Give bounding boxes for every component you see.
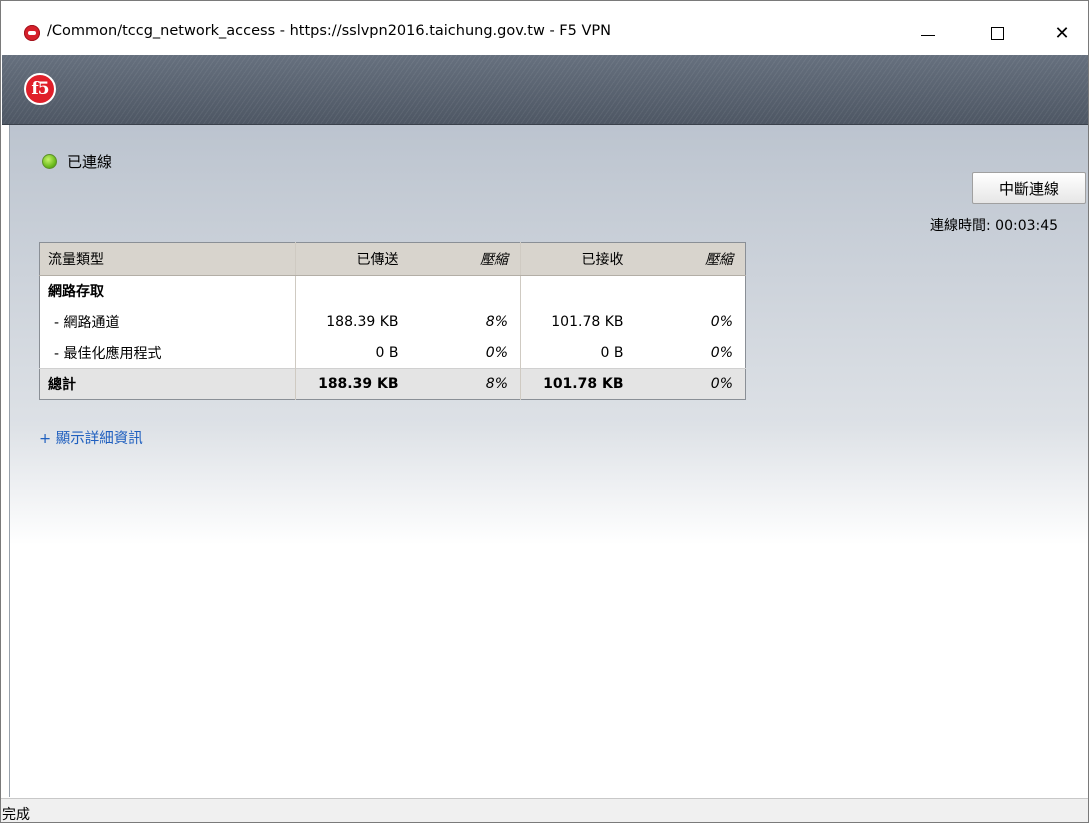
connection-status: 已連線 [42,151,112,172]
header-traffic-type: 流量類型 [39,242,296,276]
main-content: 已連線 中斷連線 連線時間: 00:03:45 流量類型 已傳送 壓縮 已接收 … [9,125,1088,797]
connected-indicator-icon [42,154,57,169]
empty-cell [520,275,636,307]
minimize-icon [921,34,935,36]
table-row: - 最佳化應用程式 0 B 0% 0 B 0% [40,337,746,369]
row-sent: 0 B [295,337,411,369]
window-title: /Common/tccg_network_access - https://ss… [47,23,611,39]
total-sent: 188.39 KB [295,368,411,400]
header-received: 已接收 [520,242,636,276]
f5-app-icon [24,25,40,41]
row-received: 0 B [520,337,636,369]
close-icon: ✕ [1054,22,1070,44]
total-sent-compression: 8% [410,368,521,400]
title-bar[interactable]: /Common/tccg_network_access - https://ss… [1,1,1088,55]
row-received: 101.78 KB [520,306,636,338]
connection-time: 連線時間: 00:03:45 [930,218,1059,234]
table-group-row: 網路存取 [40,275,746,307]
empty-cell [295,275,411,307]
empty-cell [636,276,746,307]
row-received-compression: 0% [710,344,733,361]
total-received-compression: 0% [635,368,746,400]
row-received-compression: 0% [710,314,733,330]
f5-logo: f5 [24,73,56,105]
row-sent-compression: 8% [485,314,508,330]
total-label: 總計 [39,368,296,400]
status-bar: 完成 [1,798,1088,823]
f5-vpn-window: /Common/tccg_network_access - https://ss… [0,0,1089,823]
maximize-icon [990,26,1004,40]
table-header-row: 流量類型 已傳送 壓縮 已接收 壓縮 [39,242,746,276]
table-total-row: 總計 188.39 KB 8% 101.78 KB 0% [39,368,746,400]
row-type: - 網路通道 [54,315,120,331]
status-bar-text: 完成 [2,807,30,823]
minimize-button[interactable] [905,13,951,53]
total-received: 101.78 KB [520,368,636,400]
header-sent-compression: 壓縮 [410,242,521,276]
row-type: - 最佳化應用程式 [54,345,162,362]
table-row: - 網路通道 188.39 KB 8% 101.78 KB 0% [40,306,746,338]
empty-cell [411,276,521,307]
f5-logo-text: f5 [31,79,49,99]
connection-status-label: 已連線 [67,153,113,171]
maximize-button[interactable] [974,13,1020,53]
header-received-compression: 壓縮 [635,242,746,276]
row-sent-compression: 0% [485,344,508,361]
f5-banner: f5 [2,55,1088,125]
group-label: 網路存取 [48,284,104,301]
traffic-table: 流量類型 已傳送 壓縮 已接收 壓縮 網路存取 - 網路通道 188.39 KB… [39,242,746,400]
row-sent: 188.39 KB [295,306,411,338]
close-button[interactable]: ✕ [1039,13,1085,53]
header-sent: 已傳送 [295,242,411,276]
disconnect-button[interactable]: 中斷連線 [972,172,1086,204]
show-details-link[interactable]: + 顯示詳細資訊 [39,427,143,448]
